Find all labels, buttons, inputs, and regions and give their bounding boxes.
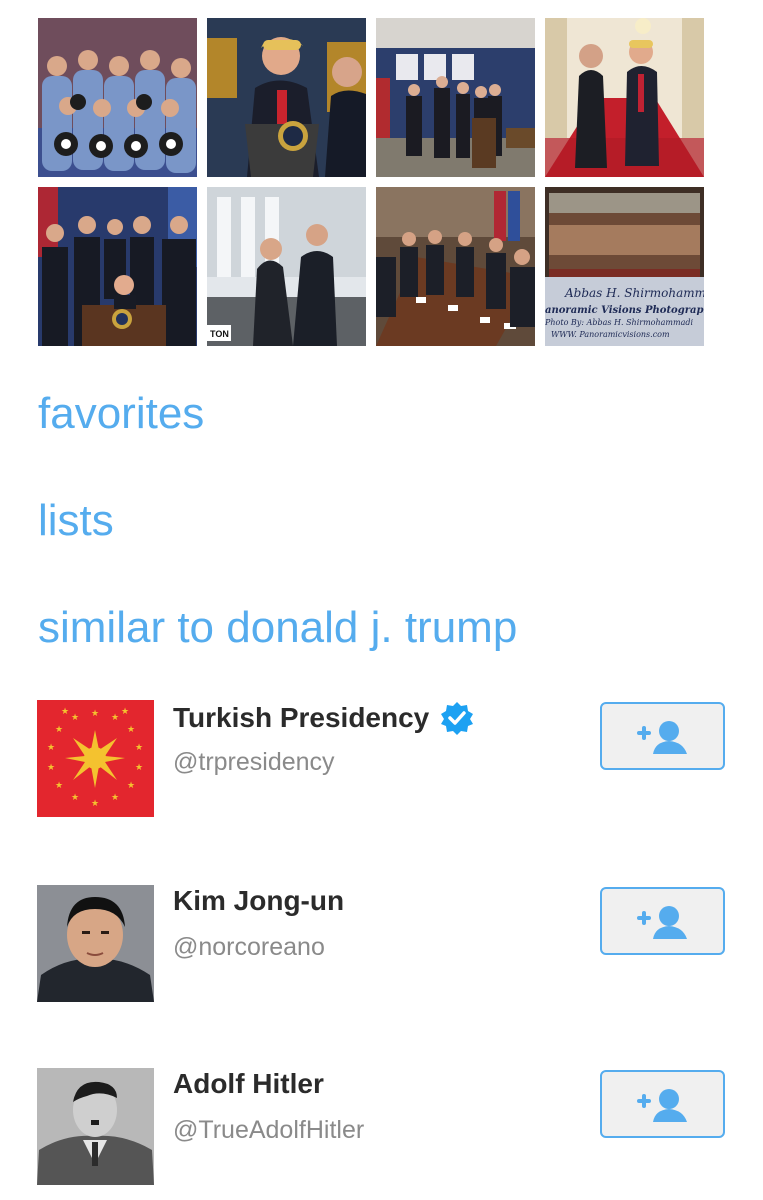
follow-button[interactable] [600,1070,725,1138]
svg-text:★: ★ [47,743,55,753]
svg-text:★: ★ [71,713,79,723]
watermark-url: WWW. Panoramicvisions.com [551,330,670,339]
outdoor-arrival-photo: TON [207,187,366,346]
account-name[interactable]: Kim Jong-un [173,885,344,917]
favorites-link[interactable]: favorites [38,392,204,436]
svg-text:★: ★ [135,743,143,753]
svg-text:★: ★ [47,763,55,773]
astronaut-crew-photo [38,18,197,177]
similar-accounts-heading[interactable]: similar to donald j. trump [38,606,517,650]
media-thumb-5[interactable] [38,187,197,346]
panoramic-crowd-photo: Abbas H. Shirmohammadi anoramic Visions … [545,187,704,346]
watermark-credit: Photo By: Abbas H. Shirmohammadi [545,318,693,327]
svg-text:★: ★ [121,707,129,717]
account-handle: @trpresidency [173,748,335,776]
signing-ceremony-photo [38,187,197,346]
account-name[interactable]: Turkish Presidency [173,700,475,736]
svg-text:★: ★ [135,763,143,773]
watermark-studio: anoramic Visions Photography [545,305,704,316]
account-handle: @TrueAdolfHitler [173,1116,365,1144]
media-thumb-1[interactable] [38,18,197,177]
watermark-signature: Abbas H. Shirmohammadi [564,286,704,300]
svg-text:★: ★ [127,725,135,735]
account-row-kim-jong-un: Kim Jong-un @norcoreano [37,885,727,1003]
lists-link[interactable]: lists [38,499,114,543]
red-carpet-hallway-photo [545,18,704,177]
follow-button[interactable] [600,702,725,770]
turkish-presidency-seal-icon[interactable]: ★ ★ ★ ★ ★ ★ ★ ★ ★ ★ ★ ★ ★ ★ ★ ★ [37,700,154,817]
svg-text:★: ★ [55,781,63,791]
media-thumb-4[interactable] [545,18,704,177]
account-handle: @norcoreano [173,933,325,961]
svg-text:★: ★ [127,781,135,791]
conference-table-photo [376,187,535,346]
svg-text:★: ★ [111,793,119,803]
svg-text:★: ★ [91,799,99,809]
add-user-icon [636,721,687,754]
account-row-adolf-hitler: Adolf Hitler @TrueAdolfHitler [37,1068,727,1186]
follow-button[interactable] [600,887,725,955]
add-user-icon [636,1089,687,1122]
media-thumb-8[interactable]: Abbas H. Shirmohammadi anoramic Visions … [545,187,704,346]
ceremony-hall-photo [376,18,535,177]
add-user-icon [636,906,687,939]
media-thumb-3[interactable] [376,18,535,177]
account-name-text: Turkish Presidency [173,702,430,733]
media-grid: TON Abbas H. Shirmohammadi [38,18,704,348]
account-name-text: Kim Jong-un [173,885,345,916]
svg-text:★: ★ [61,707,69,717]
media-thumb-7[interactable] [376,187,535,346]
portrait-avatar[interactable] [37,885,154,1002]
verified-badge-icon [439,700,475,736]
svg-text:★: ★ [111,713,119,723]
podium-speech-photo [207,18,366,177]
account-name-text: Adolf Hitler [173,1068,324,1099]
media-thumb-6[interactable]: TON [207,187,366,346]
svg-text:★: ★ [71,793,79,803]
media-thumb-2[interactable] [207,18,366,177]
portrait-avatar[interactable] [37,1068,154,1185]
account-row-turkish-presidency: ★ ★ ★ ★ ★ ★ ★ ★ ★ ★ ★ ★ ★ ★ ★ ★ Turkish Presidency @… [37,700,727,818]
caption-fragment: TON [210,329,229,339]
svg-text:★: ★ [91,709,99,719]
account-name[interactable]: Adolf Hitler [173,1068,324,1100]
svg-text:★: ★ [55,725,63,735]
